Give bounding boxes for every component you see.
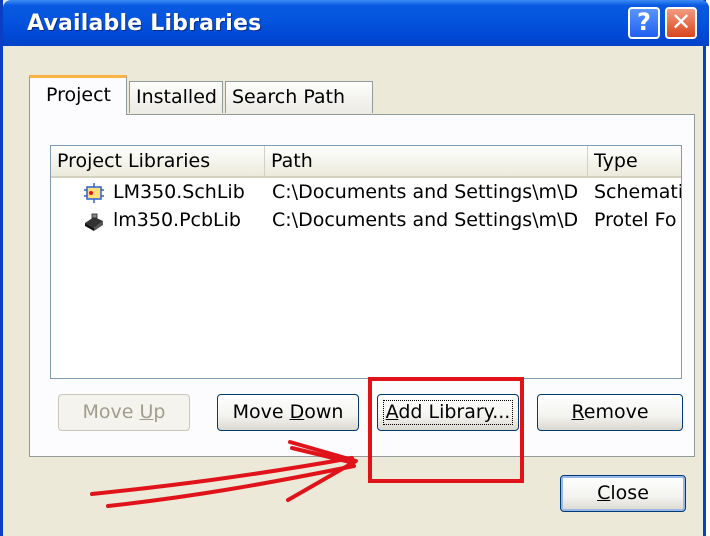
annotation-arrow [90, 440, 358, 508]
